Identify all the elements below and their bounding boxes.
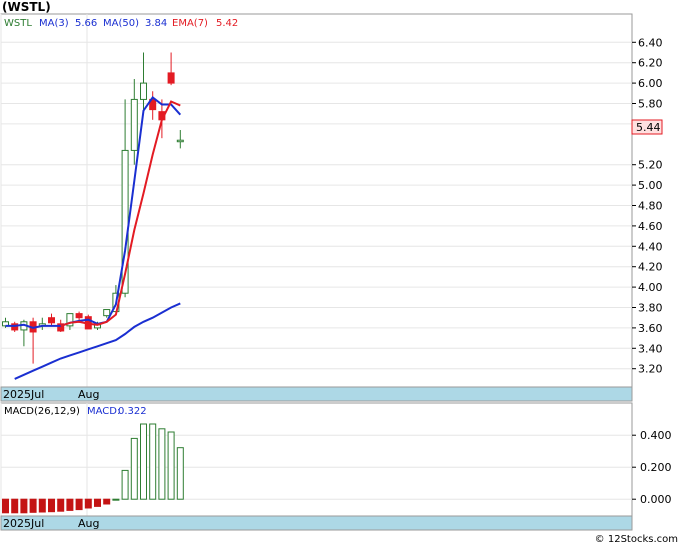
macd-bar — [149, 423, 157, 500]
watermark: © 12Stocks.com — [595, 534, 678, 545]
macd-bar — [66, 498, 74, 511]
macd-bar — [103, 498, 111, 505]
chart-title: (WSTL) — [2, 0, 51, 14]
macd-bar — [112, 498, 120, 501]
candle-body — [103, 309, 111, 317]
macd-bar — [2, 498, 9, 514]
macd-bar — [20, 498, 28, 514]
price-tick-label: 6.40 — [638, 36, 663, 49]
macd-bar — [84, 498, 92, 509]
price-tick-label: 6.00 — [638, 77, 663, 90]
macd-bar — [48, 498, 55, 513]
macd-tick-label: 0.400 — [640, 429, 672, 442]
macd-legend-label: MACD(26,12,9) — [4, 406, 80, 417]
macd-bar — [167, 431, 175, 500]
legend-ma50-value: 3.84 — [145, 18, 167, 29]
price-legend: WSTL MA(3) 5.66 MA(50) 3.84 EMA(7) 5.42 — [4, 18, 238, 29]
macd-bar — [94, 498, 101, 507]
legend-ema7: EMA(7) — [172, 18, 208, 29]
price-tick-label: 4.00 — [638, 281, 663, 294]
price-tick-label: 5.20 — [638, 159, 663, 172]
price-tick-label: 5.80 — [638, 98, 663, 111]
legend-ma3: MA(3) — [39, 18, 69, 29]
candle-body — [48, 317, 55, 324]
candle-body — [130, 98, 138, 151]
candle-body — [176, 139, 184, 143]
last-price-label: 5.44 — [636, 121, 661, 134]
macd-bar — [158, 428, 166, 500]
price-panel-frame — [0, 13, 633, 402]
price-tick-label: 3.60 — [638, 322, 663, 335]
stock-chart: (WSTL) 6.406.206.005.805.605.205.004.804… — [0, 0, 680, 546]
price-tick-label: 3.20 — [638, 363, 663, 376]
macd-tick-label: 0.000 — [640, 493, 672, 506]
legend-ema7-value: 5.42 — [216, 18, 238, 29]
legend-ma50: MA(50) — [103, 18, 139, 29]
candle-body — [140, 82, 147, 100]
macd-x-label-jul: 2025Jul — [3, 517, 44, 530]
legend-ma3-value: 5.66 — [75, 18, 97, 29]
price-tick-label: 5.00 — [638, 179, 663, 192]
macd-bar — [130, 437, 138, 500]
macd-legend: MACD(26,12,9) MACD: 0.322 — [4, 406, 147, 417]
price-tick-label: 4.20 — [638, 261, 663, 274]
price-tick-label: 4.80 — [638, 200, 663, 213]
candle-body — [167, 72, 175, 84]
macd-bar — [11, 498, 19, 514]
macd-bar — [57, 498, 65, 512]
macd-bar — [29, 498, 37, 513]
price-tick-label: 4.60 — [638, 220, 663, 233]
chart-svg: (WSTL) 6.406.206.005.805.605.205.004.804… — [0, 0, 678, 545]
price-axis: 6.406.206.005.805.605.205.004.804.604.40… — [632, 36, 663, 376]
price-tick-label: 4.40 — [638, 240, 663, 253]
macd-bar — [121, 469, 129, 500]
macd-tick-label: 0.200 — [640, 461, 672, 474]
price-tick-label: 6.20 — [638, 57, 663, 70]
macd-bar — [75, 498, 83, 511]
candle-body — [75, 313, 83, 319]
macd-bar — [38, 498, 46, 513]
legend-wstl: WSTL — [4, 18, 32, 29]
macd-x-label-aug: Aug — [78, 517, 99, 530]
price-x-label-jul: 2025Jul — [3, 388, 44, 401]
price-tick-label: 3.40 — [638, 342, 663, 355]
macd-legend-value: 0.322 — [118, 406, 147, 417]
macd-axis: 0.400 0.200 0.000 — [632, 429, 672, 506]
macd-legend-key: MACD: — [87, 406, 120, 417]
price-x-label-aug: Aug — [78, 388, 99, 401]
macd-bar — [140, 423, 147, 500]
macd-bar — [176, 447, 184, 500]
price-tick-label: 3.80 — [638, 302, 663, 315]
